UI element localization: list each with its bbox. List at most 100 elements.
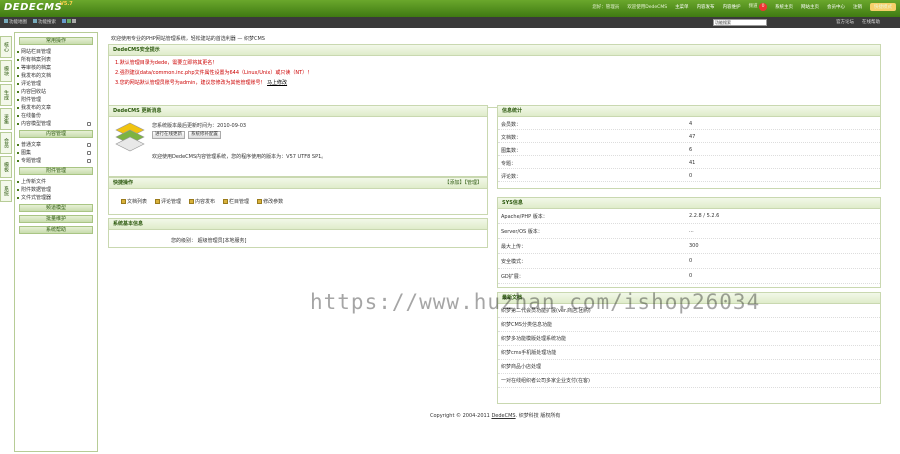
sidebar-item[interactable]: 图集	[15, 149, 97, 157]
doc-item[interactable]: 织梦cms手机版处理功能	[498, 346, 880, 360]
document-icon	[121, 199, 126, 204]
version-text: 欢迎使用DedeCMS内容管理系统，您的程序使用的版本为：V57 UTF8 SP…	[152, 154, 327, 160]
security-line: 2.强烈建议data/common.inc.php文件属性设置为644（Linu…	[115, 70, 313, 76]
sidebar-item[interactable]: 上传新文件	[15, 178, 97, 186]
sys-row: 最大上传： 300	[498, 239, 880, 254]
top-nav-publish[interactable]: 内容发布	[697, 4, 715, 10]
sidebar-item[interactable]: 我发布的文章	[15, 104, 97, 112]
sysinfo-box: 系统基本信息 您的级别： 超级管理员[本地服务]	[108, 218, 488, 248]
top-nav-maintain[interactable]: 内容维护	[723, 4, 741, 10]
sys-row: 安全模式： 0	[498, 254, 880, 269]
sidebar-item[interactable]: 文件式管理器	[15, 194, 97, 202]
quick-manage-links[interactable]: 【添加】【管理】	[444, 178, 482, 189]
level-label: 您的级别：	[171, 238, 197, 244]
security-box: DedeCMS安全提示 1.默认管理目录为dede，需要立即将其更名！ 2.强烈…	[108, 44, 881, 108]
left-tabs: 核心 模块 生成 采集 会员 模板 系统	[0, 36, 13, 204]
tab-member[interactable]: 会员	[0, 132, 12, 154]
top-nav-site-home[interactable]: 网站主页	[801, 4, 819, 10]
quick-box: 快捷操作 【添加】【管理】 文档列表 评论管理 内容发布 栏目管理 修改参数	[108, 177, 488, 215]
folder-icon	[223, 199, 229, 204]
main-content: 欢迎使用专业的PHP网站管理系统，轻松建站的首选利器 — 织梦CMS DedeC…	[99, 28, 900, 454]
notification-badge: 0	[759, 3, 767, 11]
add-icon[interactable]	[87, 143, 91, 147]
update-box: DedeCMS 更新消息 您系统版本最后更新时间为：2010-09-03 进行在…	[108, 105, 488, 177]
function-search-link[interactable]: 功能搜索	[33, 19, 56, 25]
edit-icon	[257, 199, 263, 204]
sys-title: SYS信息	[498, 198, 880, 209]
quick-publish[interactable]: 内容发布	[189, 198, 215, 205]
top-nav-main-menu[interactable]: 主菜单	[675, 4, 689, 10]
function-search-input[interactable]: 功能搜索	[713, 19, 767, 26]
stat-row: 会员数： 4	[498, 117, 880, 130]
top-nav: 您好：管理员 欢迎使用DedeCMS 主菜单 内容发布 内容维护 频道 0 系统…	[592, 3, 896, 11]
sub-bar: 功能地图 功能搜索 功能搜索 官方论坛 在线帮助	[0, 17, 900, 28]
sidebar-head-help[interactable]: 系统帮助	[19, 226, 93, 234]
watermark: https://www.huzhan.com/ishop26034	[310, 290, 761, 314]
doc-item[interactable]: 一对在线组织者公司多家企业支付(在客)	[498, 374, 880, 388]
tab-core[interactable]: 核心	[0, 36, 12, 58]
doc-item[interactable]: 织梦商品小店处理	[498, 360, 880, 374]
function-map-link[interactable]: 功能地图	[4, 19, 27, 25]
sidebar-head-batch[interactable]: 批量维护	[19, 215, 93, 223]
modify-link[interactable]: 马上修改	[267, 80, 287, 86]
search-icon	[33, 19, 37, 23]
tab-collect[interactable]: 采集	[0, 108, 12, 130]
tab-generate[interactable]: 生成	[0, 84, 12, 106]
stat-row: 评论数： 0	[498, 169, 880, 182]
top-nav-greeting: 您好：管理员	[592, 5, 620, 10]
sidebar-item[interactable]: 所有档案列表	[15, 56, 97, 64]
sidebar-item[interactable]: 我发布的文档	[15, 72, 97, 80]
top-nav-channel[interactable]: 频道 0	[749, 3, 767, 11]
tab-system[interactable]: 系统	[0, 180, 12, 202]
logo: DEDECMS	[4, 2, 63, 13]
doc-item[interactable]: 织梦CMS分类信息功能	[498, 318, 880, 332]
top-nav-logout[interactable]: 注销	[853, 4, 862, 10]
sidebar-item[interactable]: 网站栏目管理	[15, 48, 97, 56]
sidebar-head-channel-model[interactable]: 频道模型	[19, 204, 93, 212]
tab-module[interactable]: 模块	[0, 60, 12, 82]
sidebar-item[interactable]: 内容回收站	[15, 88, 97, 96]
sidebar-item[interactable]: 普通文章	[15, 141, 97, 149]
update-date: 您系统版本最后更新时间为：2010-09-03	[152, 123, 247, 129]
level-value: 超级管理员[本地服务]	[197, 238, 247, 244]
quick-doc-list[interactable]: 文档列表	[121, 198, 147, 205]
sidebar-item[interactable]: 内容模型管理	[15, 120, 97, 128]
add-icon[interactable]	[87, 159, 91, 163]
quick-mode-button[interactable]: 快捷模式	[870, 3, 896, 11]
publish-icon	[189, 199, 195, 204]
sidebar-head-content[interactable]: 内容管理	[19, 130, 93, 138]
layers-icon	[115, 122, 145, 152]
stats-title: 信息统计	[498, 106, 880, 117]
quick-params[interactable]: 修改参数	[257, 198, 283, 205]
footer-link[interactable]: DedeCMS	[491, 413, 515, 419]
color-swatches[interactable]	[62, 19, 77, 25]
quick-comments[interactable]: 评论管理	[155, 198, 181, 205]
welcome-text: 欢迎使用专业的PHP网站管理系统，轻松建站的首选利器 — 织梦CMS	[111, 36, 265, 42]
top-nav-system-home[interactable]: 系统主页	[775, 4, 793, 10]
stats-box: 信息统计 会员数： 4 文档数： 47 图集数： 6 专题： 41 评论数： 0	[497, 105, 881, 189]
doc-item[interactable]: 织梦多功能模版处理系统功能	[498, 332, 880, 346]
sidebar-head-attachments[interactable]: 附件管理	[19, 167, 93, 175]
version-tag: V5.7	[60, 1, 73, 7]
top-nav-member[interactable]: 会员中心	[827, 4, 845, 10]
security-title: DedeCMS安全提示	[109, 45, 880, 56]
quick-category[interactable]: 栏目管理	[223, 198, 249, 205]
sidebar-item[interactable]: 附件数据管理	[15, 186, 97, 194]
top-bar: DEDECMS V5.7 您好：管理员 欢迎使用DedeCMS 主菜单 内容发布…	[0, 0, 900, 17]
sidebar-head-common[interactable]: 常用操作	[19, 37, 93, 45]
forum-link[interactable]: 官方论坛	[836, 19, 854, 25]
settings-icon[interactable]	[87, 122, 91, 126]
security-line: 3.您的网站默认管理员账号为admin，建议您修改为其他管理账号！ 马上修改	[115, 80, 288, 86]
stat-row: 图集数： 6	[498, 143, 880, 156]
sidebar-item[interactable]: 专题管理	[15, 157, 97, 165]
sidebar: 常用操作 网站栏目管理 所有档案列表 等审核的档案 我发布的文档 评论管理 内容…	[14, 32, 98, 452]
sidebar-item[interactable]: 评论管理	[15, 80, 97, 88]
sidebar-item[interactable]: 附件管理	[15, 96, 97, 104]
patch-config-button[interactable]: 系统修补配置	[188, 131, 221, 139]
add-icon[interactable]	[87, 151, 91, 155]
sidebar-item[interactable]: 等审核的档案	[15, 64, 97, 72]
online-update-button[interactable]: 进行在线更新	[152, 131, 185, 139]
tab-template[interactable]: 模板	[0, 156, 12, 178]
help-link[interactable]: 在线帮助	[862, 19, 880, 25]
sidebar-item[interactable]: 在线备份	[15, 112, 97, 120]
